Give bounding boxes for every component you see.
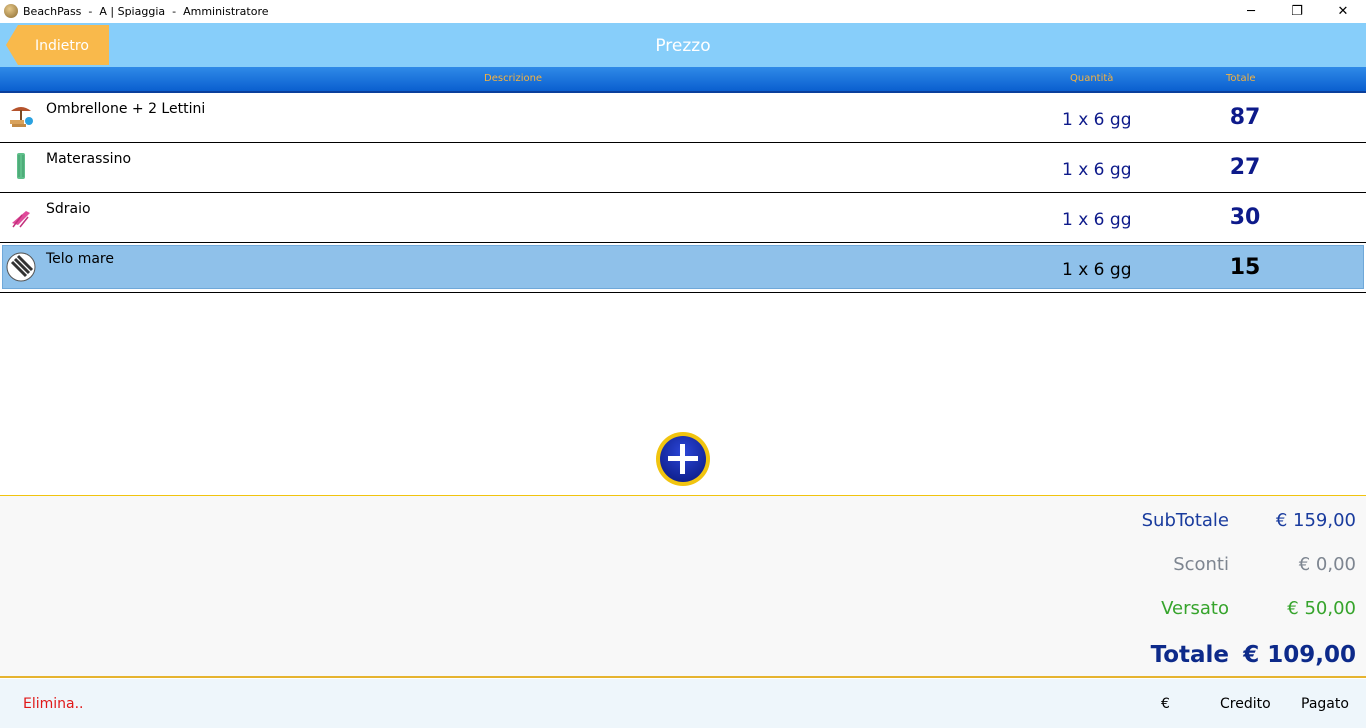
table-row[interactable]: Ombrellone + 2 Lettini 1 x 6 gg 87 — [0, 93, 1366, 143]
row-quantity: 1 x 6 gg — [1062, 160, 1132, 180]
column-description: Descrizione — [484, 73, 543, 84]
footer-bar: Elimina.. € Credito Pagato — [0, 679, 1366, 728]
paid-value: € 50,00 — [1287, 598, 1356, 619]
minimize-icon[interactable]: ─ — [1228, 0, 1274, 23]
window-title: BeachPass - A | Spiaggia - Amministrator… — [23, 5, 269, 18]
row-description: Telo mare — [46, 251, 114, 267]
maximize-icon[interactable]: ❐ — [1274, 0, 1320, 23]
row-quantity: 1 x 6 gg — [1062, 210, 1132, 230]
discount-label: Sconti — [1173, 554, 1229, 575]
euro-button[interactable]: € — [1161, 696, 1170, 712]
row-description: Materassino — [46, 151, 132, 167]
table-header: Descrizione Quantità Totale — [0, 67, 1366, 93]
table-row[interactable]: Sdraio 1 x 6 gg 30 — [0, 193, 1366, 243]
row-quantity: 1 x 6 gg — [1062, 260, 1132, 280]
column-total: Totale — [1226, 73, 1256, 84]
totals-panel: SubTotale € 159,00 Sconti € 0,00 Versato… — [0, 495, 1366, 678]
row-quantity: 1 x 6 gg — [1062, 110, 1132, 130]
table-row[interactable]: Materassino 1 x 6 gg 27 — [0, 143, 1366, 193]
total-label: Totale — [1150, 642, 1229, 668]
row-total: 15 — [1229, 255, 1261, 280]
paid-button[interactable]: Pagato — [1301, 696, 1349, 712]
page-title: Prezzo — [655, 36, 711, 56]
close-icon[interactable]: ✕ — [1320, 0, 1366, 23]
column-quantity: Quantità — [1070, 73, 1114, 84]
air-mattress-icon — [17, 153, 25, 179]
paid-label: Versato — [1161, 598, 1229, 619]
add-item-button[interactable] — [656, 432, 710, 486]
row-description: Ombrellone + 2 Lettini — [46, 101, 206, 117]
row-description: Sdraio — [46, 201, 91, 217]
total-value: € 109,00 — [1243, 642, 1356, 668]
credit-button[interactable]: Credito — [1220, 696, 1271, 712]
window-title-bar: BeachPass - A | Spiaggia - Amministrator… — [0, 0, 1366, 23]
row-total: 27 — [1229, 155, 1261, 180]
umbrella-loungers-icon — [10, 107, 33, 127]
row-total: 30 — [1229, 205, 1261, 230]
plus-icon — [660, 436, 706, 482]
table-row-selected[interactable]: Telo mare 1 x 6 gg 15 — [0, 243, 1366, 293]
deck-chair-icon — [12, 211, 30, 228]
discount-value: € 0,00 — [1298, 554, 1356, 575]
delete-button[interactable]: Elimina.. — [23, 696, 84, 712]
subtotal-label: SubTotale — [1141, 510, 1229, 531]
subtotal-value: € 159,00 — [1275, 510, 1356, 531]
app-logo-icon — [4, 4, 18, 18]
beach-towel-icon — [6, 252, 36, 282]
row-total: 87 — [1229, 105, 1261, 130]
